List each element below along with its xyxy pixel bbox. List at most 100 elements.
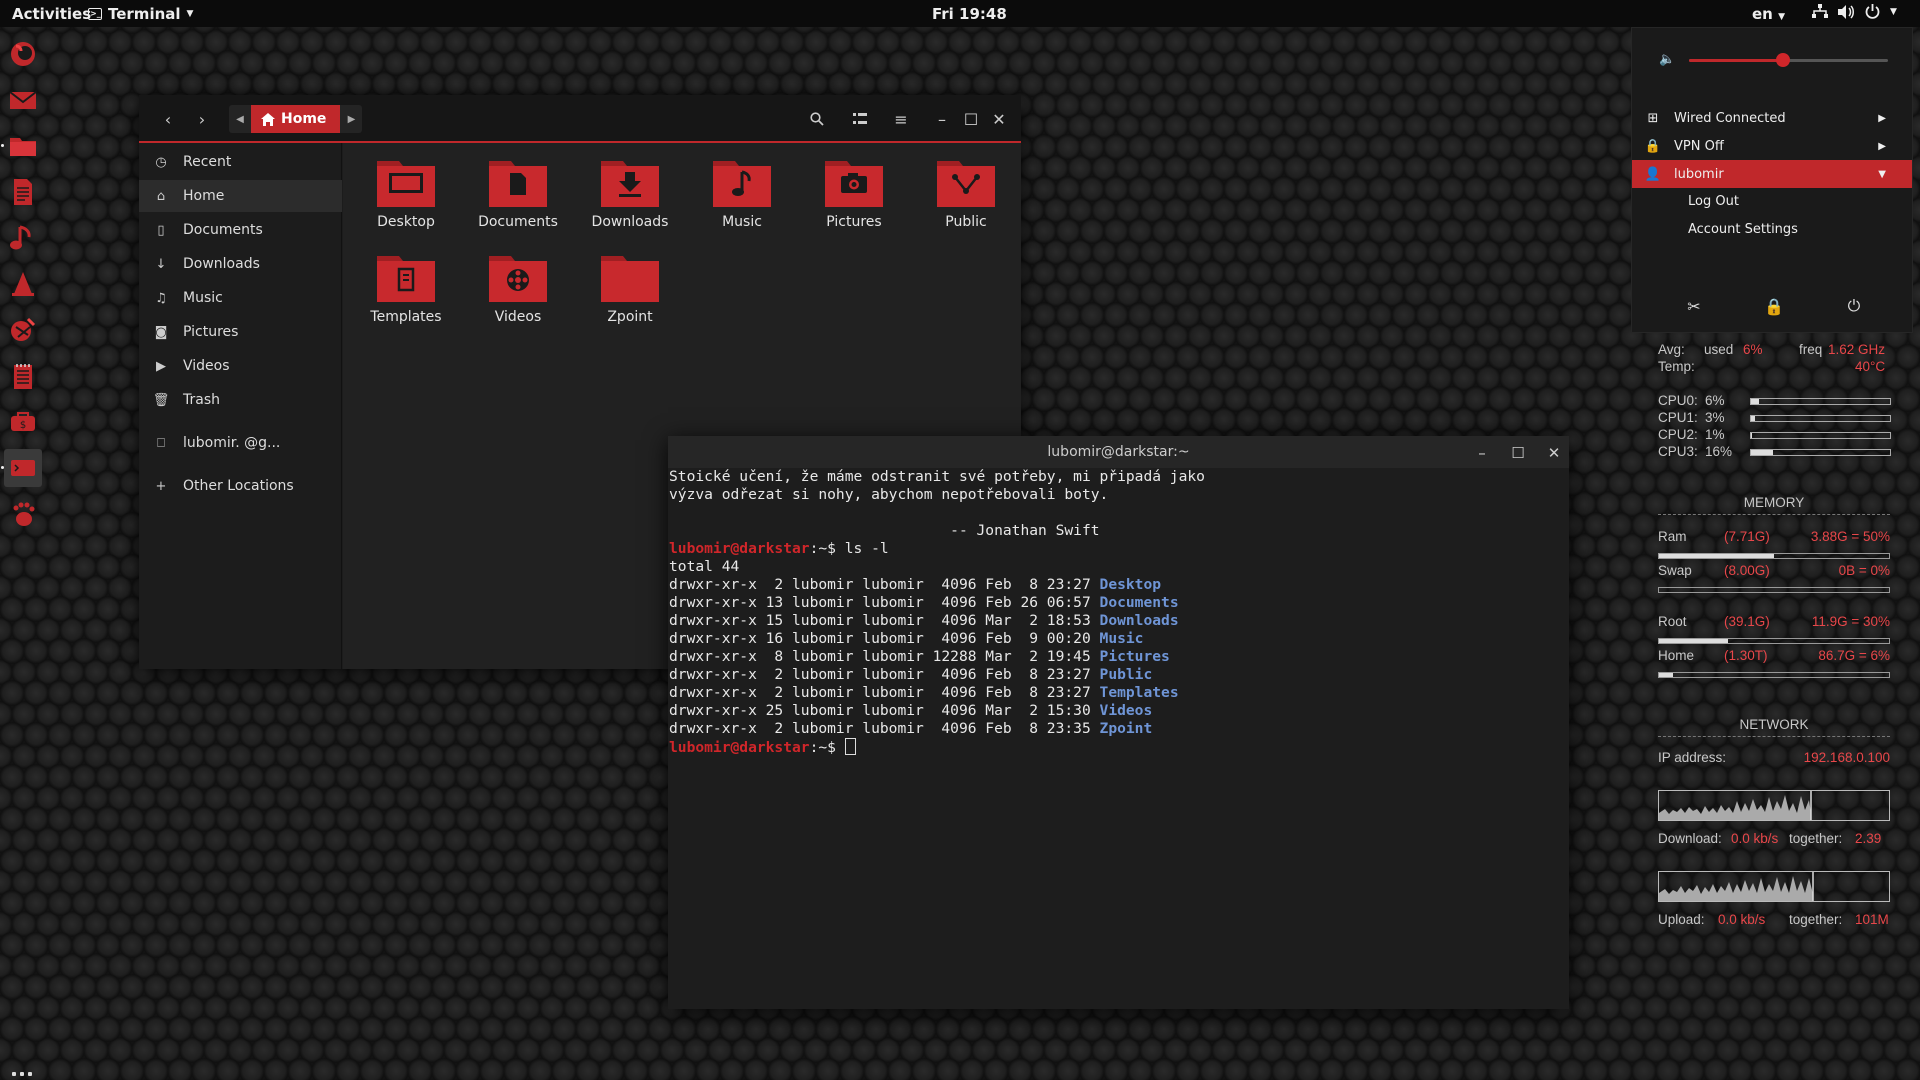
svg-text:$: $ [20, 420, 26, 431]
view-options-button[interactable] [848, 107, 872, 131]
sidebar-item-recent[interactable]: ◷ Recent [139, 146, 342, 178]
dock-item-software[interactable]: $ [4, 403, 42, 441]
sidebar-item-music[interactable]: ♫ Music [139, 282, 342, 314]
terminal-cursor [844, 738, 856, 755]
music-folder-icon [713, 161, 771, 207]
wired-connection-item[interactable]: ⊞ Wired Connected ▶ [1632, 104, 1912, 132]
dock-item-gnome[interactable] [4, 495, 42, 533]
folder-public[interactable]: Public [912, 155, 1020, 247]
divider [1658, 514, 1890, 515]
language-indicator[interactable]: en ▼ [1752, 5, 1785, 23]
sidebar-item-label: Recent [183, 154, 232, 170]
power-icon: ⏻ [1847, 296, 1861, 315]
dock-item-mail[interactable] [4, 81, 42, 119]
minimize-button[interactable]: – [930, 107, 954, 131]
terminal-output[interactable]: Stoické učení, že máme odstranit své pot… [668, 468, 1569, 1009]
mem-used: 0B = 0% [1838, 563, 1890, 578]
app-menu[interactable]: >_ Terminal ▼ [88, 5, 193, 23]
logout-item[interactable]: Log Out [1688, 194, 1739, 209]
dock-item-terminal[interactable] [1, 449, 42, 487]
folder-label: Zpoint [607, 309, 653, 325]
close-button[interactable]: ✕ [1543, 442, 1565, 464]
path-left-button[interactable]: ◀ [229, 105, 251, 133]
terminal-icon: >_ [88, 8, 102, 20]
upload-value: 0.0 kb/s [1718, 912, 1766, 927]
path-crumb-home[interactable]: Home [251, 105, 341, 133]
sidebar-item-trash[interactable]: 🗑 Trash [139, 384, 342, 416]
folder-label: Music [722, 214, 762, 230]
listing-row: drwxr-xr-x 8 lubomir lubomir 12288 Mar 2… [669, 648, 1170, 665]
power-off-button[interactable]: ⏻ [1834, 286, 1874, 326]
clock[interactable]: Fri 19:48 [932, 5, 1007, 23]
folder-templates[interactable]: Templates [352, 250, 460, 342]
dock-item-notes[interactable] [4, 357, 42, 395]
prompt-suffix: :~$ [809, 540, 845, 557]
used-value: 6% [1743, 342, 1763, 357]
volume-muted-icon: 🔈 [1659, 52, 1676, 67]
forward-button[interactable]: › [190, 107, 214, 131]
maximize-button[interactable]: ☐ [1507, 442, 1529, 464]
desktop-folder-icon [377, 161, 435, 207]
sidebar-item-other-locations[interactable]: + Other Locations [139, 470, 342, 502]
mem-bar [1658, 672, 1890, 678]
folder-downloads[interactable]: Downloads [576, 155, 684, 247]
sidebar-item-pictures[interactable]: ◙ Pictures [139, 316, 342, 348]
dock-item-music[interactable] [4, 219, 42, 257]
dock-item-files[interactable] [1, 127, 42, 165]
menu-button[interactable]: ≡ [889, 107, 913, 131]
document-icon [14, 179, 32, 205]
sidebar-item-label: Home [183, 188, 225, 204]
sidebar-item-home[interactable]: ⌂ Home [139, 180, 342, 212]
maximize-button[interactable]: ☐ [959, 107, 983, 131]
videos-folder-icon [489, 256, 547, 302]
terminal-line: výzva odřezat si nohy, abychom nepotřebo… [669, 486, 1109, 503]
download-label: Download: [1658, 831, 1722, 846]
account-settings-item[interactable]: Account Settings [1688, 222, 1798, 237]
lock-button[interactable]: 🔒 [1754, 286, 1794, 326]
foot-icon [13, 502, 35, 526]
cpu-bar [1750, 398, 1891, 405]
close-button[interactable]: ✕ [987, 107, 1011, 131]
dock-item-documents[interactable] [4, 173, 42, 211]
chevron-down-icon: ▼ [1890, 6, 1897, 17]
documents-folder-icon [489, 161, 547, 207]
video-icon: ▶ [156, 358, 166, 374]
sidebar-item-downloads[interactable]: ↓ Downloads [139, 248, 342, 280]
folder-pictures[interactable]: Pictures [800, 155, 908, 247]
folder-music[interactable]: Music [688, 155, 796, 247]
dock-item-firefox[interactable] [4, 35, 42, 73]
sidebar-item-documents[interactable]: ▯ Documents [139, 214, 342, 246]
dock-item-gimp[interactable] [4, 311, 42, 349]
folder-videos[interactable]: Videos [464, 250, 572, 342]
dock-item-vlc[interactable] [4, 265, 42, 303]
sidebar-item-videos[interactable]: ▶ Videos [139, 350, 342, 382]
mail-icon [9, 91, 37, 109]
volume-icon [1838, 4, 1854, 19]
show-applications-button[interactable] [12, 1072, 34, 1080]
sidebar-item-account[interactable]: ⎕ lubomir. @g... [139, 427, 342, 459]
chevron-down-icon: ▼ [186, 9, 194, 19]
folder-zpoint[interactable]: Zpoint [576, 250, 684, 342]
avg-label: Avg: [1658, 342, 1685, 357]
system-tray[interactable]: ▼ [1812, 4, 1897, 19]
ip-label: IP address: [1658, 750, 1727, 765]
folder-documents[interactable]: Documents [464, 155, 572, 247]
terminal-titlebar[interactable]: lubomir@darkstar:~ – ☐ ✕ [668, 436, 1569, 468]
user-item[interactable]: 👤 lubomir ▼ [1632, 160, 1912, 188]
vpn-item[interactable]: 🔒 VPN Off ▶ [1632, 132, 1912, 160]
cpu-label: CPU0: [1658, 393, 1698, 408]
minimize-button[interactable]: – [1471, 442, 1493, 464]
music-icon: ♫ [155, 290, 167, 306]
activities-button[interactable]: Activities [12, 5, 91, 23]
settings-button[interactable]: ✂ [1674, 286, 1714, 326]
system-menu: 🔈 ⊞ Wired Connected ▶ 🔒 VPN Off ▶ 👤 lubo… [1631, 27, 1913, 333]
sidebar-item-label: Trash [183, 392, 220, 408]
volume-slider[interactable] [1689, 53, 1888, 67]
back-button[interactable]: ‹ [156, 107, 180, 131]
volume-slider-handle[interactable] [1775, 53, 1790, 67]
folder-desktop[interactable]: Desktop [352, 155, 460, 247]
cone-icon [12, 272, 34, 296]
search-button[interactable] [805, 107, 829, 131]
path-right-button[interactable]: ▶ [340, 105, 362, 133]
path-crumb-label: Home [281, 111, 327, 127]
